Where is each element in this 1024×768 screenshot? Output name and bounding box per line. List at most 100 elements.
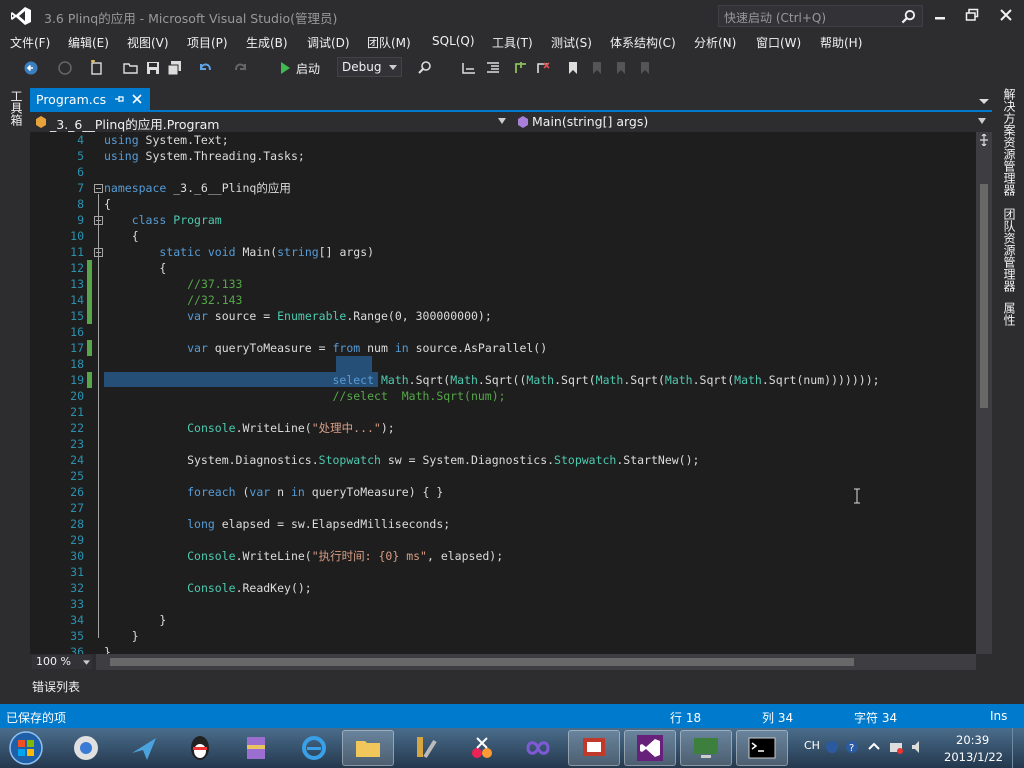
menu-test[interactable]: 测试(S) xyxy=(551,34,592,51)
find-in-files-button[interactable] xyxy=(416,59,434,77)
menu-sql[interactable]: SQL(Q) xyxy=(432,34,475,48)
redo-button[interactable] xyxy=(232,59,250,77)
clear-bookmarks-button[interactable] xyxy=(636,59,654,77)
redo-icon xyxy=(235,63,246,71)
step-button[interactable] xyxy=(460,59,478,77)
code-line: foreach (var n in queryToMeasure) { } xyxy=(187,485,444,499)
help-icon[interactable]: ? xyxy=(844,739,860,755)
taskbar-app-console[interactable] xyxy=(736,730,788,766)
window-title: 3.6 Plinq的应用 - Microsoft Visual Studio(管… xyxy=(44,11,338,26)
prev-bookmark-button[interactable] xyxy=(588,59,606,77)
menu-team[interactable]: 团队(M) xyxy=(367,34,411,51)
vertical-scrollbar[interactable] xyxy=(976,132,992,654)
outline-guide xyxy=(98,194,99,638)
show-hidden-icons-icon[interactable] xyxy=(866,739,882,755)
comment-button[interactable] xyxy=(512,59,530,77)
menu-project[interactable]: 项目(P) xyxy=(187,34,228,51)
undo-button[interactable] xyxy=(196,59,214,77)
taskbar-app-monitor[interactable] xyxy=(680,730,732,766)
team-explorer-tab[interactable]: 团队资源管理器 xyxy=(1001,208,1018,292)
collapse-toggle[interactable] xyxy=(94,216,103,225)
bookmark-button[interactable] xyxy=(564,59,582,77)
back-arrow-icon xyxy=(24,61,38,75)
start-debugging-button[interactable] xyxy=(276,59,294,77)
save-all-button[interactable] xyxy=(166,59,184,77)
scrollbar-thumb[interactable] xyxy=(110,658,854,666)
taskbar-app-visual-studio[interactable] xyxy=(624,730,676,766)
type-dropdown[interactable]: _3._6__Plinq的应用.Program xyxy=(32,113,510,132)
zoom-dropdown[interactable]: 100 % xyxy=(32,655,92,669)
taskbar-app-vs-infinity[interactable] xyxy=(512,730,564,766)
open-file-button[interactable] xyxy=(122,59,140,77)
line-number: 21 xyxy=(70,405,84,419)
clock-time[interactable]: 20:39 xyxy=(956,733,989,747)
taskbar-app-snip[interactable] xyxy=(456,730,508,766)
collapse-toggle[interactable] xyxy=(94,184,103,193)
menu-architecture[interactable]: 体系结构(C) xyxy=(610,34,676,51)
menu-build[interactable]: 生成(B) xyxy=(246,34,288,51)
menu-analyze[interactable]: 分析(N) xyxy=(694,34,736,51)
restore-button[interactable] xyxy=(958,4,986,26)
menu-help[interactable]: 帮助(H) xyxy=(820,34,862,51)
navigate-back-button[interactable] xyxy=(22,59,40,77)
save-button[interactable] xyxy=(144,59,162,77)
solution-configuration-dropdown[interactable]: Debug xyxy=(337,57,402,77)
clock-date[interactable]: 2013/1/22 xyxy=(944,750,1003,764)
solution-explorer-tab[interactable]: 解决方案资源管理器 xyxy=(1001,88,1018,196)
taskbar-app-tools[interactable] xyxy=(400,730,452,766)
show-desktop-button[interactable] xyxy=(1012,728,1024,768)
menu-edit[interactable]: 编辑(E) xyxy=(68,34,109,51)
quick-launch-input[interactable]: 快速启动 (Ctrl+Q) xyxy=(718,5,923,27)
split-window-icon[interactable] xyxy=(978,134,990,146)
network-icon[interactable] xyxy=(888,739,904,755)
taskbar-app-qq[interactable] xyxy=(174,730,226,766)
minimize-button[interactable] xyxy=(926,4,954,26)
pin-icon[interactable] xyxy=(112,92,126,106)
archive-icon xyxy=(247,737,265,759)
format-button[interactable] xyxy=(484,59,502,77)
menu-tools[interactable]: 工具(T) xyxy=(492,34,533,51)
scrollbar-thumb[interactable] xyxy=(980,184,988,408)
toolbox-tab[interactable]: 工具箱 xyxy=(8,90,25,126)
taskbar-app-ie[interactable] xyxy=(288,730,340,766)
code-line: { xyxy=(104,261,167,275)
line-number: 35 xyxy=(70,629,84,643)
presentation-icon xyxy=(583,738,605,756)
keyboard-icon[interactable] xyxy=(824,739,840,755)
line-number: 17 xyxy=(70,341,84,355)
horizontal-scrollbar[interactable] xyxy=(96,654,976,670)
collapse-toggle[interactable] xyxy=(94,248,103,257)
media-player-icon xyxy=(74,736,98,760)
properties-tab[interactable]: 属性 xyxy=(1001,302,1018,326)
tab-program-cs[interactable]: Program.cs xyxy=(30,88,150,110)
line-number: 34 xyxy=(70,613,84,627)
next-bookmark-button[interactable] xyxy=(612,59,630,77)
start-button-icon[interactable] xyxy=(6,729,46,767)
qq-penguin-icon xyxy=(191,736,209,760)
menu-debug[interactable]: 调试(D) xyxy=(307,34,350,51)
visual-studio-icon xyxy=(637,735,663,761)
taskbar-app-bird[interactable] xyxy=(118,730,170,766)
taskbar-app-presentation[interactable] xyxy=(568,730,620,766)
start-button-label[interactable]: 启动 xyxy=(296,60,320,77)
taskbar-app-archive[interactable] xyxy=(230,730,282,766)
code-line: long elapsed = sw.ElapsedMilliseconds; xyxy=(187,517,451,531)
volume-icon[interactable] xyxy=(910,739,926,755)
code-editor[interactable]: 4 5 6 7 8 9 10 11 12 13 14 15 16 17 18 1… xyxy=(30,132,992,654)
navigate-forward-button[interactable] xyxy=(56,59,74,77)
tab-overflow-dropdown-icon[interactable] xyxy=(978,96,990,106)
uncomment-button[interactable] xyxy=(534,59,552,77)
taskbar-app-player[interactable] xyxy=(60,730,112,766)
code-line: Console.WriteLine("执行时间: {0} ms", elapse… xyxy=(187,549,504,563)
menu-file[interactable]: 文件(F) xyxy=(10,34,50,51)
menu-window[interactable]: 窗口(W) xyxy=(756,34,801,51)
new-project-button[interactable] xyxy=(88,59,106,77)
member-dropdown[interactable]: Main(string[] args) xyxy=(514,113,990,131)
input-method-indicator[interactable]: CH xyxy=(804,739,820,752)
taskbar-app-explorer[interactable] xyxy=(342,730,394,766)
error-list-tab[interactable]: 错误列表 xyxy=(32,678,80,695)
close-icon[interactable] xyxy=(130,92,144,106)
search-icon[interactable] xyxy=(901,9,916,24)
close-button[interactable] xyxy=(992,4,1020,26)
menu-view[interactable]: 视图(V) xyxy=(127,34,169,51)
